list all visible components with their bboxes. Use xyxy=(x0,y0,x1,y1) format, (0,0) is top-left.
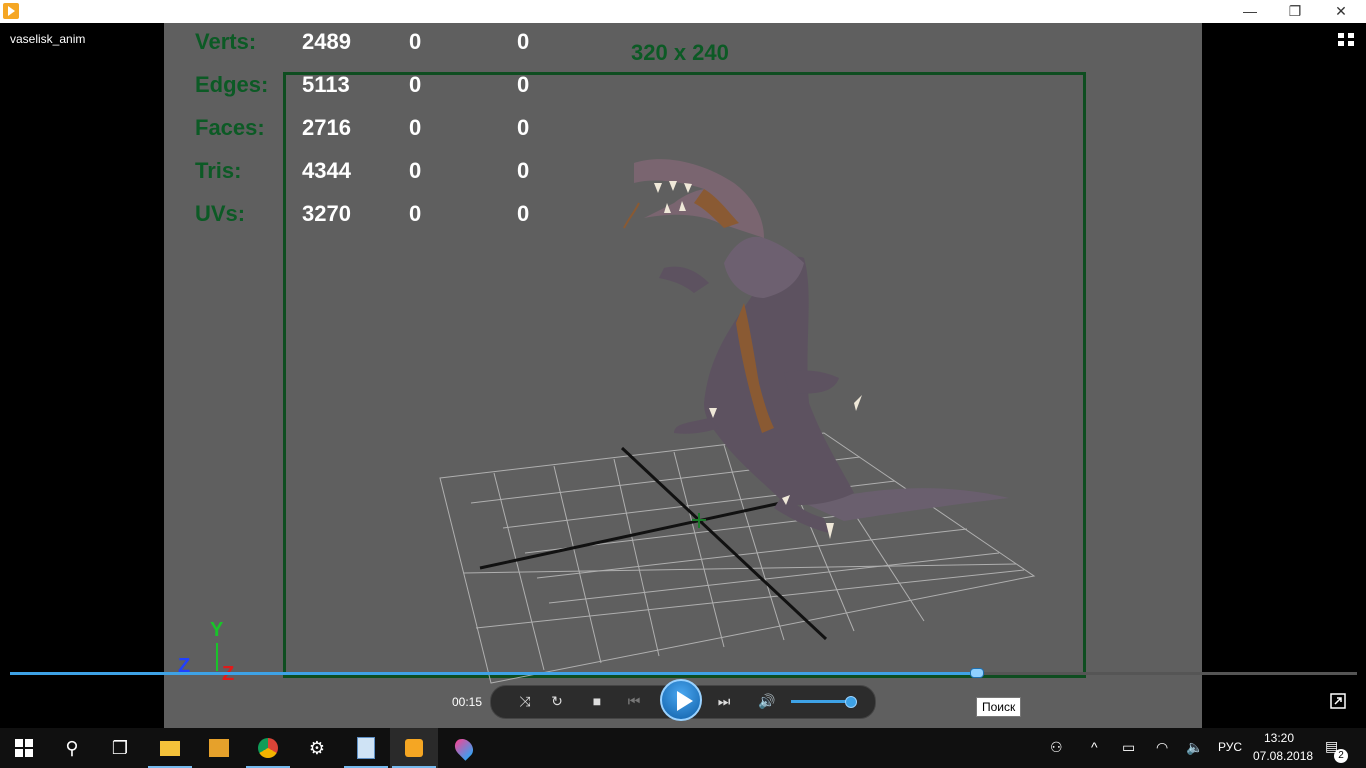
video-area[interactable]: Verts: 2489 0 0 Edges: 5113 0 0 Faces: 2… xyxy=(164,23,1202,728)
language-indicator[interactable]: РУС xyxy=(1218,740,1242,754)
previous-icon[interactable]: ⏮ xyxy=(622,690,646,712)
next-icon[interactable]: ⏭ xyxy=(712,690,736,712)
seek-thumb[interactable] xyxy=(969,668,984,678)
volume-level xyxy=(791,700,851,703)
video-title: vaselisk_anim xyxy=(10,32,86,46)
restore-button[interactable]: ❐ xyxy=(1272,0,1318,23)
clock-date[interactable]: 07.08.2018 xyxy=(1253,749,1313,763)
start-button[interactable] xyxy=(0,728,48,768)
play-button[interactable] xyxy=(660,679,702,721)
axis-y-label: Y xyxy=(210,619,224,641)
seek-tooltip: Поиск xyxy=(976,697,1022,717)
task-view-icon[interactable]: ❐ xyxy=(96,728,144,768)
clock-time[interactable]: 13:20 xyxy=(1253,731,1305,745)
wifi-icon[interactable]: ◠ xyxy=(1156,739,1168,756)
seek-progress xyxy=(10,672,976,675)
switch-to-library-icon[interactable] xyxy=(1330,693,1346,709)
shuffle-icon[interactable]: ⤨ xyxy=(513,690,537,712)
repeat-icon[interactable]: ↻ xyxy=(545,690,569,712)
media-player-taskbar-icon[interactable] xyxy=(390,728,438,768)
speaker-icon[interactable]: 🔈 xyxy=(1186,739,1203,756)
exit-fullscreen-icon[interactable] xyxy=(1336,30,1356,48)
seek-bar[interactable] xyxy=(10,672,1357,675)
scene-drawing xyxy=(439,159,1036,684)
search-icon[interactable]: ⚲ xyxy=(48,728,96,768)
file-explorer-icon[interactable] xyxy=(146,728,194,768)
notification-count: 2 xyxy=(1334,749,1348,763)
elapsed-time: 00:15 xyxy=(452,695,483,709)
maps-icon[interactable] xyxy=(440,728,488,768)
stop-icon[interactable]: ■ xyxy=(585,690,609,712)
image-viewer-icon[interactable] xyxy=(342,728,390,768)
minimize-button[interactable]: — xyxy=(1227,0,1273,23)
show-hidden-icons[interactable]: ^ xyxy=(1091,739,1098,755)
close-button[interactable]: ✕ xyxy=(1318,0,1364,23)
media-player-icon xyxy=(3,3,19,19)
title-bar: — ❐ ✕ xyxy=(0,0,1366,23)
volume-icon[interactable]: 🔊 xyxy=(755,690,779,712)
people-icon[interactable]: ⚇ xyxy=(1050,739,1063,756)
settings-icon[interactable]: ⚙ xyxy=(293,728,341,768)
axis-gizmo xyxy=(216,643,218,671)
battery-icon[interactable]: ▭ xyxy=(1122,739,1135,756)
windows-icon xyxy=(15,739,33,757)
store-icon[interactable] xyxy=(195,728,243,768)
chrome-icon[interactable] xyxy=(244,728,292,768)
